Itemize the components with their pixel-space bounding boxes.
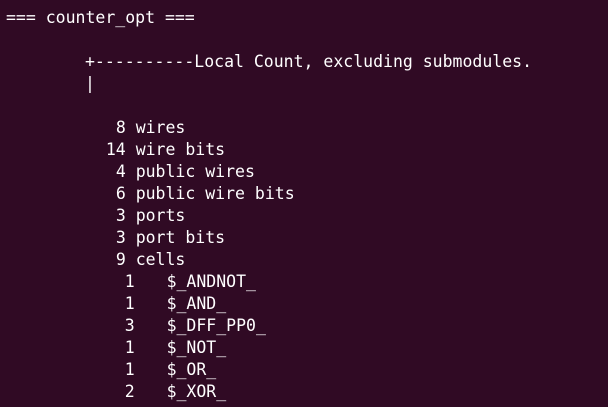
stat-row: 8 wires: [66, 95, 186, 137]
stat-row: 3 ports: [66, 183, 186, 225]
tree-bar: |: [85, 74, 95, 93]
cell-count: 2: [124, 382, 135, 401]
cell-name: $_XOR_: [166, 382, 227, 401]
stat-row: 4 public wires: [66, 139, 255, 181]
cell-row: 1 $_OR_: [85, 337, 216, 379]
cell-row: 1 $_NOT_: [85, 315, 226, 357]
cell-row: 1 $_ANDNOT_: [85, 249, 256, 291]
cell-row: 3 $_DFF_PP0_: [85, 293, 266, 335]
cell-row: 2 $_XOR_: [85, 359, 226, 401]
stat-row: 14 wire bits: [66, 117, 225, 159]
module-header: === counter_opt ===: [6, 8, 195, 27]
terminal-output[interactable]: === counter_opt === +----------Local Cou…: [0, 0, 608, 407]
tree-top-line: +----------Local Count, excluding submod…: [85, 52, 533, 71]
cell-row: 1 $_AND_: [85, 271, 226, 313]
stat-row: 6 public wire bits: [66, 161, 295, 203]
stat-row: 9 cells: [66, 227, 186, 269]
stat-row: 3 port bits: [66, 205, 225, 247]
